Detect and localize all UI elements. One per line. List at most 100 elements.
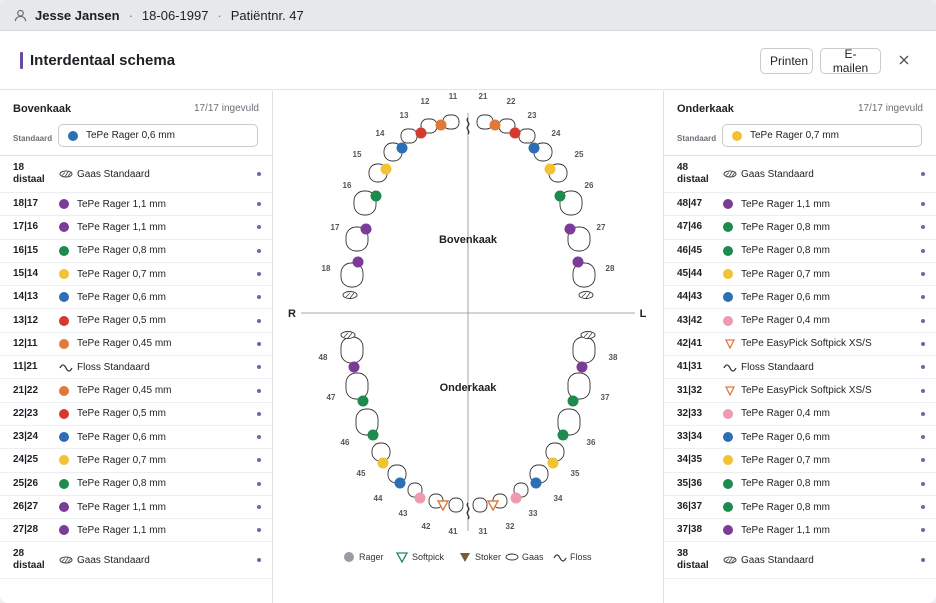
gap-label: 12|11 — [13, 337, 38, 349]
tooth-gap-row[interactable]: 12|11 TePe Rager 0,45 mm — [0, 333, 272, 357]
tooth-gap-row[interactable]: 25|26 TePe Rager 0,8 mm — [0, 473, 272, 496]
tooth-23[interactable] — [518, 128, 536, 144]
tooth-gap-row[interactable]: 16|15 TePe Rager 0,8 mm — [0, 240, 272, 263]
tooth-47[interactable] — [345, 372, 369, 400]
tooth-gap-row[interactable]: 22|23 TePe Rager 0,5 mm — [0, 403, 272, 426]
interdental-marker[interactable] — [564, 223, 576, 235]
lower-rows-list: 48 distaal Gaas Standaard 48|47 TePe Rager … — [664, 156, 936, 580]
tooth-gap-row[interactable]: 36|37 TePe Rager 0,8 mm — [664, 496, 936, 520]
tooth-gap-row[interactable]: 21|22 TePe Rager 0,45 mm — [0, 379, 272, 403]
tooth-gap-row[interactable]: 35|36 TePe Rager 0,8 mm — [664, 473, 936, 496]
interdental-marker[interactable] — [572, 256, 584, 268]
tooth-gap-row[interactable]: 48 distaal Gaas Standaard — [664, 156, 936, 193]
standard-select[interactable]: TePe Rager 0,6 mm — [58, 124, 258, 147]
tooth-48[interactable] — [340, 336, 364, 364]
interdental-marker[interactable] — [394, 477, 406, 489]
tooth-gap-row[interactable]: 27|28 TePe Rager 1,1 mm — [0, 519, 272, 543]
interdental-marker[interactable] — [348, 361, 360, 373]
tooth-gap-row[interactable]: 46|45 TePe Rager 0,8 mm — [664, 240, 936, 263]
product-name: TePe Rager 0,6 mm — [741, 291, 830, 303]
tooth-31[interactable] — [472, 497, 488, 513]
interdental-marker[interactable] — [380, 163, 392, 175]
tooth-gap-row[interactable]: 41|31 Floss Standaard — [664, 356, 936, 380]
tooth-gap-row[interactable]: 44|43 TePe Rager 0,6 mm — [664, 286, 936, 310]
tooth-number: 44 — [374, 494, 383, 503]
interdental-marker[interactable] — [396, 142, 408, 154]
tooth-gap-row[interactable]: 15|14 TePe Rager 0,7 mm — [0, 263, 272, 287]
product-name: TePe Rager 0,7 mm — [741, 454, 830, 466]
tooth-number: 42 — [422, 522, 431, 531]
close-icon[interactable] — [897, 53, 911, 67]
jaw-label-upper: Bovenkaak — [439, 234, 498, 246]
tooth-gap-row[interactable]: 38 distaal Gaas Standaard — [664, 542, 936, 580]
interdental-marker[interactable] — [509, 127, 521, 139]
tooth-gap-row[interactable]: 28 distaal Gaas Standaard — [0, 542, 272, 580]
interdental-marker[interactable] — [567, 395, 579, 407]
interdental-marker[interactable] — [352, 256, 364, 268]
tooth-37[interactable] — [567, 372, 591, 400]
interdental-marker[interactable] — [544, 163, 556, 175]
gap-label: 43|42 — [677, 314, 703, 326]
color-dot-icon — [59, 408, 69, 419]
tooth-number: 16 — [343, 181, 352, 190]
tooth-38[interactable] — [572, 336, 596, 364]
tooth-gap-row[interactable]: 18 distaal Gaas Standaard — [0, 156, 272, 193]
tooth-gap-row[interactable]: 13|12 TePe Rager 0,5 mm — [0, 309, 272, 333]
interdental-marker[interactable] — [576, 361, 588, 373]
tooth-gap-row[interactable]: 18|17 TePe Rager 1,1 mm — [0, 193, 272, 217]
tooth-gap-row[interactable]: 42|41 TePe EasyPick Softpick XS/S — [664, 333, 936, 357]
tooth-gap-row[interactable]: 37|38 TePe Rager 1,1 mm — [664, 519, 936, 543]
tooth-gap-row[interactable]: 17|16 TePe Rager 1,1 mm — [0, 216, 272, 240]
interdental-marker[interactable] — [367, 429, 379, 441]
dialog-header: Interdentaal schema Printen E-mailen — [0, 31, 936, 90]
gap-label: 18|17 — [13, 198, 39, 210]
interdental-marker[interactable] — [530, 477, 542, 489]
panel-header: Bovenkaak 17/17 ingevuld — [0, 91, 272, 124]
status-dot — [257, 272, 261, 277]
tooth-gap-row[interactable]: 31|32 TePe EasyPick Softpick XS/S — [664, 379, 936, 403]
tooth-41[interactable] — [448, 497, 464, 513]
side-label-right: R — [288, 308, 296, 320]
standard-select[interactable]: TePe Rager 0,7 mm — [722, 124, 922, 147]
interdental-marker[interactable] — [377, 457, 389, 469]
color-dot-icon — [723, 455, 733, 466]
color-dot-icon — [59, 408, 69, 419]
tooth-gap-row[interactable]: 43|42 TePe Rager 0,4 mm — [664, 309, 936, 333]
tooth-gap-row[interactable]: 11|21 Floss Standaard — [0, 356, 272, 380]
interdental-marker[interactable] — [357, 395, 369, 407]
email-button[interactable]: E-mailen — [820, 47, 881, 75]
interdental-marker[interactable] — [510, 492, 522, 504]
tooth-gap-row[interactable]: 24|25 TePe Rager 0,7 mm — [0, 449, 272, 473]
tooth-gap-row[interactable]: 45|44 TePe Rager 0,7 mm — [664, 263, 936, 287]
tooth-gap-row[interactable]: 48|47 TePe Rager 1,1 mm — [664, 193, 936, 217]
status-dot — [921, 272, 925, 277]
tooth-gap-row[interactable]: 47|46 TePe Rager 0,8 mm — [664, 216, 936, 240]
tooth-gap-row[interactable]: 33|34 TePe Rager 0,6 mm — [664, 426, 936, 450]
page-title: Interdentaal schema — [30, 51, 176, 69]
separator: · — [128, 7, 133, 23]
interdental-marker[interactable] — [554, 190, 566, 202]
color-dot-icon — [59, 315, 69, 326]
tooth-gap-row[interactable]: 23|24 TePe Rager 0,6 mm — [0, 426, 272, 450]
interdental-marker[interactable] — [415, 127, 427, 139]
tooth-gap-row[interactable]: 32|33 TePe Rager 0,4 mm — [664, 403, 936, 426]
tooth-gap-row[interactable]: 14|13 TePe Rager 0,6 mm — [0, 286, 272, 310]
interdental-marker[interactable] — [528, 142, 540, 154]
color-dot-icon — [723, 199, 733, 210]
product-name: Floss Standaard — [741, 361, 814, 373]
interdental-marker[interactable] — [435, 119, 447, 131]
print-button[interactable]: Printen — [760, 48, 813, 74]
jaw-label-lower: Onderkaak — [440, 382, 498, 394]
status-dot — [257, 341, 261, 346]
interdental-marker[interactable] — [489, 119, 501, 131]
floss-icon — [723, 364, 737, 372]
tooth-gap-row[interactable]: 34|35 TePe Rager 0,7 mm — [664, 449, 936, 473]
tooth-13[interactable] — [400, 128, 418, 144]
interdental-marker[interactable] — [414, 492, 426, 504]
interdental-marker[interactable] — [370, 190, 382, 202]
interdental-marker[interactable] — [360, 223, 372, 235]
tooth-gap-row[interactable]: 26|27 TePe Rager 1,1 mm — [0, 496, 272, 520]
status-dot — [921, 505, 925, 509]
interdental-marker[interactable] — [557, 429, 569, 441]
interdental-marker[interactable] — [547, 457, 559, 469]
